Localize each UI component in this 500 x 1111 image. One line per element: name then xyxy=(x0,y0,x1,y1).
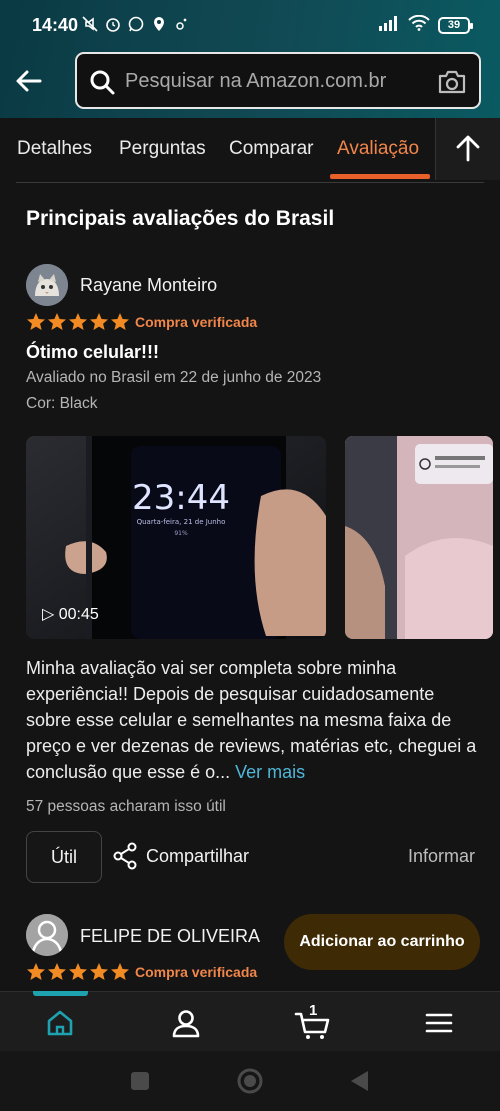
see-more-link[interactable]: Ver mais xyxy=(235,762,305,782)
system-nav-bar xyxy=(0,1051,500,1111)
back-arrow-icon xyxy=(16,70,42,92)
tab-comparar[interactable]: Comparar xyxy=(229,138,313,160)
scroll-top-button[interactable] xyxy=(435,118,500,180)
share-label: Compartilhar xyxy=(146,845,250,866)
battery-indicator: 39 xyxy=(438,17,473,34)
svg-text:91%: 91% xyxy=(174,530,188,537)
nav-menu[interactable] xyxy=(422,1006,456,1040)
wifi-icon xyxy=(408,14,430,36)
misc-status-icon xyxy=(174,16,190,32)
search-icon xyxy=(89,69,115,95)
svg-text:Quarta-feira, 21 de Junho: Quarta-feira, 21 de Junho xyxy=(137,518,226,526)
star-icon xyxy=(90,963,108,980)
status-icons xyxy=(82,16,190,32)
whatsapp-icon xyxy=(128,16,144,32)
avatar[interactable] xyxy=(26,914,68,956)
alarm-icon xyxy=(105,16,121,32)
review-video-thumbnail[interactable]: 23:44 Quarta-feira, 21 de Junho 91% ▷ 00… xyxy=(26,436,326,639)
active-tab-indicator xyxy=(330,174,430,179)
arrow-up-icon xyxy=(456,135,480,162)
star-icon xyxy=(27,313,45,330)
status-bar: 14:40 39 xyxy=(0,0,500,50)
system-nav-icons xyxy=(131,1068,368,1094)
reviewer-name[interactable]: Rayane Monteiro xyxy=(80,275,217,296)
camera-icon[interactable] xyxy=(437,69,467,95)
star-rating xyxy=(26,962,130,982)
active-nav-indicator xyxy=(33,991,88,996)
star-icon xyxy=(90,313,108,330)
reviewer-name[interactable]: FELIPE DE OLIVEIRA xyxy=(80,926,260,947)
star-icon xyxy=(111,313,129,330)
star-icon xyxy=(48,313,66,330)
nav-account[interactable] xyxy=(169,1006,203,1040)
nav-home[interactable] xyxy=(43,1006,77,1040)
home-icon xyxy=(47,1010,73,1036)
report-link[interactable]: Informar xyxy=(408,846,475,867)
user-icon xyxy=(172,1010,200,1038)
share-icon xyxy=(113,842,137,870)
avatar[interactable] xyxy=(26,264,68,306)
star-icon xyxy=(69,963,87,980)
play-icon: ▷ xyxy=(42,606,59,623)
cat-avatar-icon xyxy=(26,264,68,306)
status-time: 14:40 xyxy=(32,15,79,35)
review-image-thumbnail[interactable] xyxy=(345,436,493,639)
review-title: Ótimo celular!!! xyxy=(26,342,160,362)
verified-purchase-label: Compra verificada xyxy=(135,314,258,330)
phone-photo xyxy=(345,436,493,639)
review-date: Avaliado no Brasil em 22 de junho de 202… xyxy=(26,369,322,386)
signal-icon xyxy=(378,15,400,36)
menu-icon xyxy=(425,1013,453,1033)
star-icon xyxy=(111,963,129,980)
search-bar[interactable] xyxy=(75,52,481,109)
share-button[interactable]: Compartilhar xyxy=(112,842,249,870)
back-button[interactable] xyxy=(12,64,46,98)
tab-bar: Detalhes Perguntas Comparar Avaliação xyxy=(0,118,500,180)
section-title: Principais avaliações do Brasil xyxy=(26,207,335,230)
helpful-button[interactable]: Útil xyxy=(26,831,102,883)
back-triangle-icon xyxy=(351,1071,368,1091)
add-to-cart-button[interactable]: Adicionar ao carrinho xyxy=(284,914,480,970)
top-header: 14:40 39 xyxy=(0,0,500,118)
star-icon xyxy=(27,963,45,980)
helpful-count: 57 pessoas acharam isso útil xyxy=(26,798,226,815)
video-duration-text: 00:45 xyxy=(58,606,99,623)
status-right: 39 xyxy=(378,14,473,36)
tab-avaliacao[interactable]: Avaliação xyxy=(337,138,419,160)
tab-perguntas[interactable]: Perguntas xyxy=(119,138,206,160)
video-duration: ▷ 00:45 xyxy=(42,604,99,624)
recents-icon xyxy=(131,1072,149,1090)
default-user-icon xyxy=(26,914,68,956)
svg-text:23:44: 23:44 xyxy=(132,478,230,518)
star-icon xyxy=(69,313,87,330)
mute-icon xyxy=(82,16,98,32)
verified-purchase-label: Compra verificada xyxy=(135,964,258,980)
star-icon xyxy=(48,963,66,980)
review-body: Minha avaliação vai ser completa sobre m… xyxy=(26,655,482,785)
cart-count-badge: 1 xyxy=(309,1002,318,1019)
review-variant: Cor: Black xyxy=(26,395,98,412)
search-input[interactable] xyxy=(125,67,425,95)
star-rating xyxy=(26,312,130,332)
location-icon xyxy=(151,16,167,32)
divider xyxy=(16,182,484,183)
tab-detalhes[interactable]: Detalhes xyxy=(17,138,92,160)
